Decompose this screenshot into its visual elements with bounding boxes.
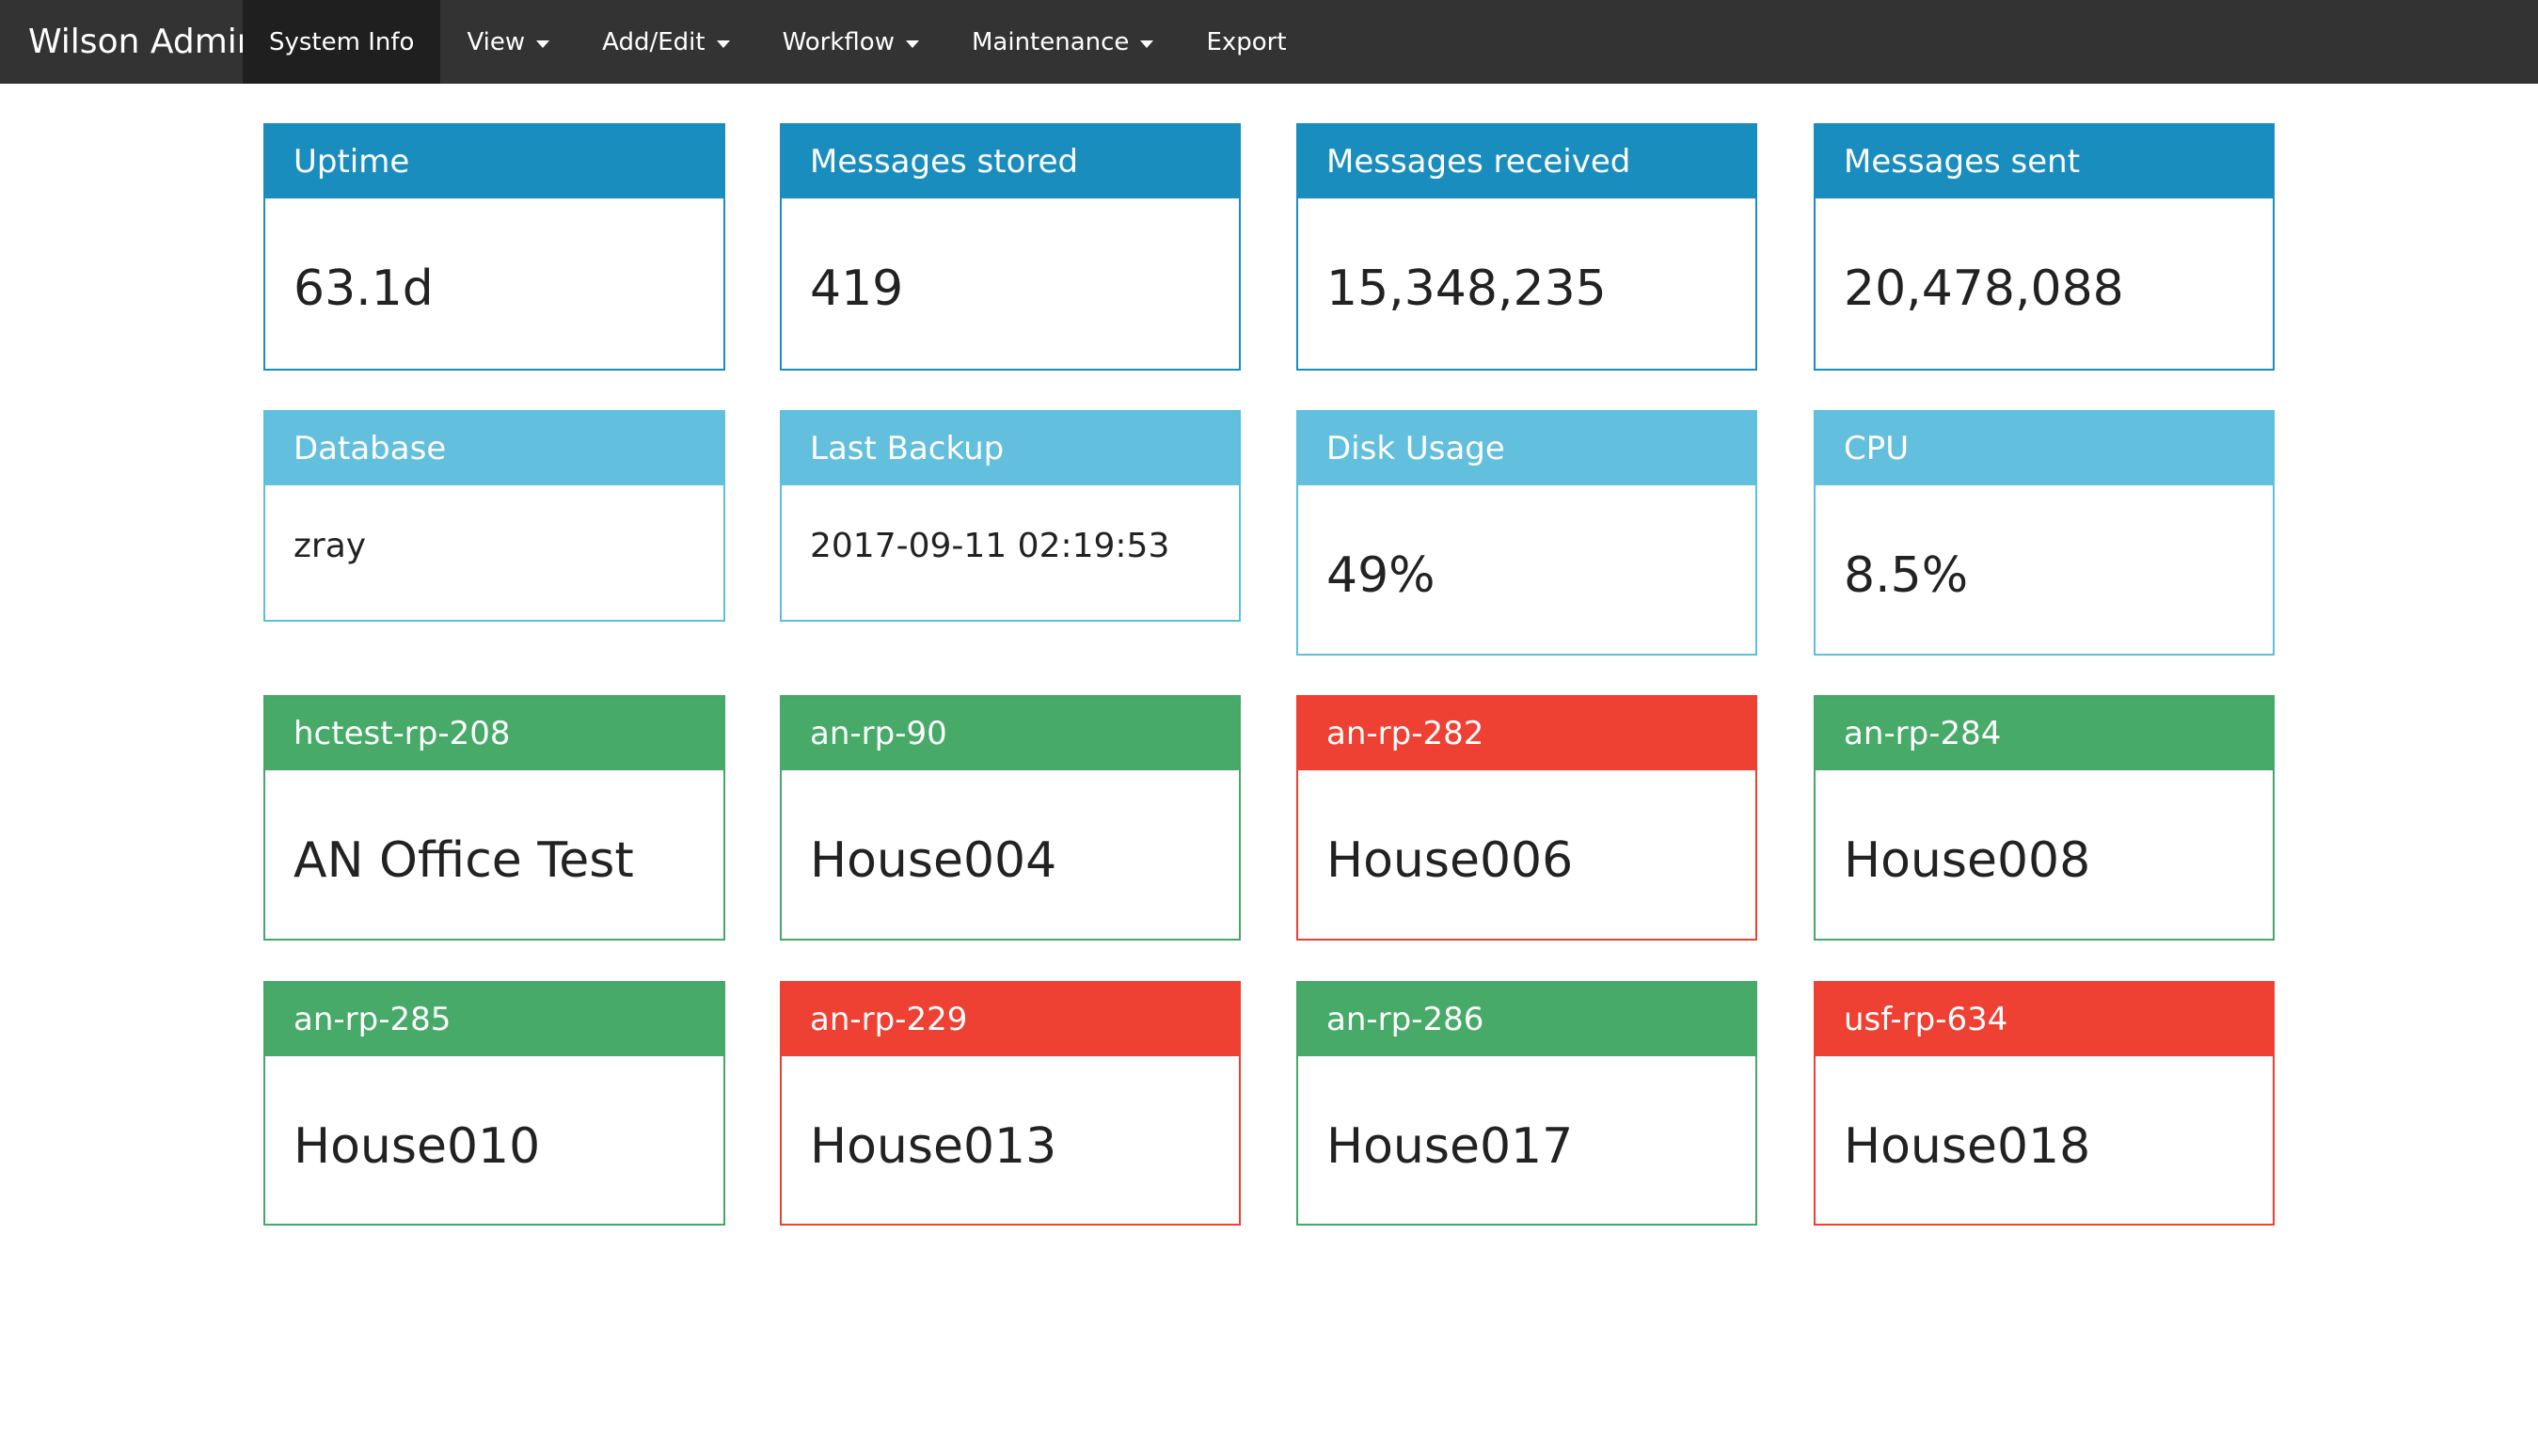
device-panel[interactable]: an-rp-90 House004 [780, 695, 1241, 941]
messages-received-panel: Messages received 15,348,235 [1296, 123, 1757, 371]
panel-title: Disk Usage [1298, 412, 1755, 485]
panel-title: Messages sent [1816, 125, 2273, 198]
device-id: an-rp-282 [1298, 697, 1755, 770]
caret-down-icon [716, 40, 730, 48]
panel-value: zray [293, 527, 367, 565]
device-panel[interactable]: an-rp-285 House010 [263, 981, 725, 1226]
device-id: an-rp-284 [1816, 697, 2273, 770]
panel-title: CPU [1816, 412, 2273, 485]
caret-down-icon [1140, 40, 1154, 48]
caret-down-icon [536, 40, 550, 48]
cpu-panel: CPU 8.5% [1814, 410, 2275, 656]
device-name: House008 [1844, 832, 2091, 889]
panel-title: Last Backup [782, 412, 1239, 485]
nav-export[interactable]: Export [1180, 0, 1312, 84]
panel-title: Uptime [265, 125, 723, 198]
nav-label: Add/Edit [602, 27, 706, 56]
device-panel[interactable]: an-rp-229 House013 [780, 981, 1241, 1226]
panel-value: 419 [810, 261, 904, 317]
device-name: House006 [1326, 832, 1574, 889]
device-name: AN Office Test [293, 832, 634, 889]
messages-sent-panel: Messages sent 20,478,088 [1814, 123, 2275, 371]
nav-view-menu[interactable]: View [440, 0, 576, 84]
nav-label: Export [1206, 27, 1287, 56]
device-id: an-rp-285 [265, 983, 723, 1056]
last-backup-panel: Last Backup 2017-09-11 02:19:53 [780, 410, 1241, 622]
device-id: an-rp-229 [782, 983, 1239, 1056]
nav-add-edit-menu[interactable]: Add/Edit [576, 0, 755, 84]
nav-label: Maintenance [971, 27, 1130, 56]
panel-value: 8.5% [1844, 547, 1969, 604]
panel-value: 15,348,235 [1326, 261, 1607, 317]
nav-label: System Info [269, 27, 415, 56]
device-id: hctest-rp-208 [265, 697, 723, 770]
nav-label: Workflow [782, 27, 895, 56]
messages-stored-panel: Messages stored 419 [780, 123, 1241, 371]
device-panel[interactable]: an-rp-286 House017 [1296, 981, 1757, 1226]
device-name: House018 [1844, 1118, 2091, 1175]
nav-maintenance-menu[interactable]: Maintenance [945, 0, 1180, 84]
device-name: House004 [810, 832, 1057, 889]
panel-value: 63.1d [293, 261, 434, 317]
panel-value: 2017-09-11 02:19:53 [810, 527, 1170, 565]
nav-label: View [467, 27, 526, 56]
device-panel[interactable]: usf-rp-634 House018 [1814, 981, 2275, 1226]
database-panel: Database zray [263, 410, 725, 622]
device-name: House017 [1326, 1118, 1574, 1175]
caret-down-icon [905, 40, 919, 48]
disk-usage-panel: Disk Usage 49% [1296, 410, 1757, 656]
panel-value: 20,478,088 [1844, 261, 2124, 317]
device-name: House013 [810, 1118, 1057, 1175]
panel-title: Database [265, 412, 723, 485]
device-panel[interactable]: an-rp-282 House006 [1296, 695, 1757, 941]
device-name: House010 [293, 1118, 541, 1175]
device-panel[interactable]: an-rp-284 House008 [1814, 695, 2275, 941]
nav-system-info[interactable]: System Info [243, 0, 441, 84]
panel-value: 49% [1326, 547, 1436, 604]
top-navbar: Wilson Admin System Info View Add/Edit W… [0, 0, 2538, 84]
nav-workflow-menu[interactable]: Workflow [756, 0, 945, 84]
brand-title[interactable]: Wilson Admin [0, 0, 259, 84]
device-id: usf-rp-634 [1816, 983, 2273, 1056]
device-id: an-rp-90 [782, 697, 1239, 770]
uptime-panel: Uptime 63.1d [263, 123, 725, 371]
device-id: an-rp-286 [1298, 983, 1755, 1056]
panel-title: Messages stored [782, 125, 1239, 198]
panel-title: Messages received [1298, 125, 1755, 198]
device-panel[interactable]: hctest-rp-208 AN Office Test [263, 695, 725, 941]
